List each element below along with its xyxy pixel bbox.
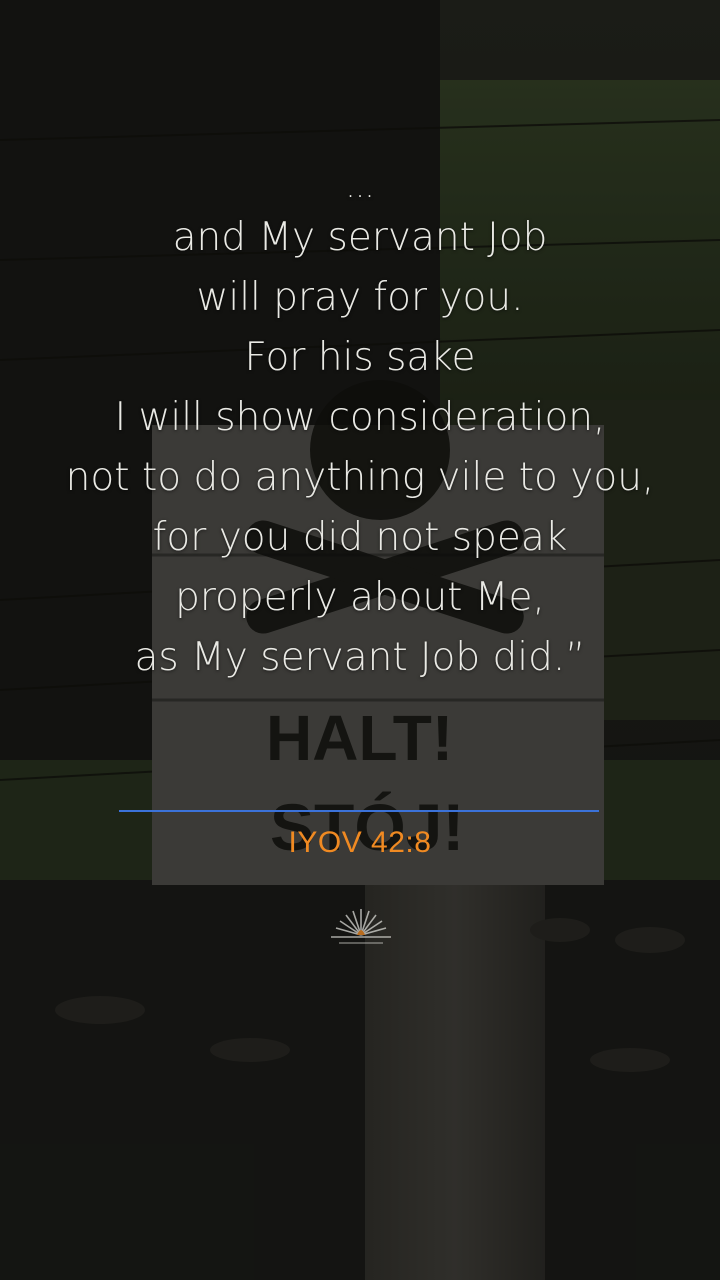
verse-line: For his sake [244, 335, 476, 380]
verse-line: as My servant Job did.” [134, 635, 586, 680]
verse-line: not to do anything vile to you, [65, 455, 655, 500]
verse-text: ... and My servant Job will pray for you… [20, 168, 700, 688]
verse-line: and My servant Job [172, 215, 548, 260]
verse-line: ... [345, 170, 375, 205]
verse-reference: IYOV 42:8 [288, 826, 432, 859]
verse-line: I will show consideration, [114, 395, 606, 440]
verse-line: will pray for you. [196, 275, 524, 320]
divider-line [119, 810, 599, 812]
sunrise-logo-icon [331, 909, 391, 944]
verse-line: for you did not speak [152, 515, 568, 560]
verse-line: properly about Me, [175, 575, 545, 620]
